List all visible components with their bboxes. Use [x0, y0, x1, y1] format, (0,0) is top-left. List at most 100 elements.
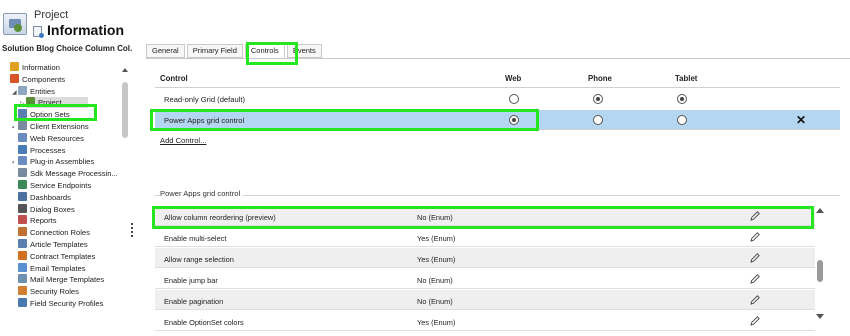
web-radio[interactable] [509, 115, 519, 125]
tab-primary-field[interactable]: Primary Field [186, 44, 243, 58]
control-row[interactable]: Read-only Grid (default) [155, 89, 840, 109]
solution-name: Solution Blog Choice Column Col... [2, 44, 132, 53]
property-name: Enable multi-select [164, 234, 227, 243]
email-templates-icon [18, 262, 27, 272]
properties-section-title: Power Apps grid control [160, 189, 244, 198]
column-header-tablet: Tablet [675, 74, 698, 83]
edit-pencil-icon[interactable] [748, 293, 762, 307]
nav-item-dashboards[interactable]: Dashboards [0, 191, 120, 204]
scroll-up-arrow-icon[interactable] [122, 68, 128, 72]
edit-pencil-icon[interactable] [748, 230, 762, 244]
nav-item-label: Components [22, 74, 66, 84]
edit-pencil-icon[interactable] [748, 251, 762, 265]
property-name: Enable jump bar [164, 276, 218, 285]
remove-control-icon[interactable]: ✕ [796, 113, 806, 127]
scroll-thumb[interactable] [122, 82, 128, 138]
nav-item-service-endpoints[interactable]: Service Endpoints [0, 179, 120, 192]
property-name: Allow range selection [164, 255, 234, 264]
property-row[interactable]: Enable OptionSet colors Yes (Enum) [155, 311, 815, 331]
scroll-thumb[interactable] [817, 260, 823, 282]
nav-item-project[interactable]: ▷ Project [0, 97, 120, 109]
nav-item-email-templates[interactable]: Email Templates [0, 262, 120, 275]
nav-item-label: Contract Templates [30, 251, 96, 261]
tab-events[interactable]: Events [286, 44, 322, 58]
property-name: Allow column reordering (preview) [164, 213, 276, 222]
property-row[interactable]: Enable jump bar No (Enum) [155, 269, 815, 289]
control-row[interactable]: Power Apps grid control ✕ [155, 110, 840, 130]
nav-item-mail-merge-templates[interactable]: Mail Merge Templates [0, 274, 120, 286]
column-header-web: Web [505, 74, 522, 83]
nav-item-security-roles[interactable]: Security Roles [0, 286, 120, 298]
nav-item-label: Information [22, 63, 60, 72]
nav-item-label: Field Security Profiles [30, 298, 104, 308]
nav-item-label: Dashboards [30, 192, 71, 202]
nav-item-label: Sdk Message Processin... [30, 169, 118, 179]
scroll-up-arrow-icon[interactable] [816, 208, 824, 213]
dialog-boxes-icon [18, 203, 27, 213]
nav-item-label: Security Roles [30, 287, 79, 297]
nav-item-article-templates[interactable]: Article Templates [0, 238, 120, 251]
nav-item-dialog-boxes[interactable]: Dialog Boxes [0, 203, 120, 216]
property-name: Enable pagination [164, 297, 224, 306]
section-divider [155, 195, 840, 196]
web-resources-icon [18, 132, 27, 142]
edit-pencil-icon[interactable] [748, 272, 762, 286]
field-security-profiles-icon [18, 297, 27, 307]
nav-item-connection-roles[interactable]: Connection Roles [0, 227, 120, 239]
nav-item-label: Client Extensions [30, 121, 89, 131]
plugin-assemblies-icon [18, 156, 27, 166]
edit-pencil-icon[interactable] [748, 209, 762, 223]
property-value: No (Enum) [417, 297, 453, 306]
nav-scrollbar[interactable] [120, 62, 129, 336]
phone-radio[interactable] [593, 115, 603, 125]
nav-item-components[interactable]: Components [0, 73, 120, 86]
property-row[interactable]: Allow range selection Yes (Enum) [155, 248, 815, 268]
add-control-link[interactable]: Add Control... [160, 136, 206, 145]
tablet-radio[interactable] [677, 115, 687, 125]
nav-item-contract-templates[interactable]: Contract Templates [0, 250, 120, 263]
nav-item-label: Service Endpoints [30, 180, 92, 190]
tab-general[interactable]: General [146, 44, 185, 58]
nav-item-sdk-message[interactable]: Sdk Message Processin... [0, 168, 120, 180]
nav-item-label: Reports [30, 216, 57, 226]
nav-item-label: Entities [30, 86, 55, 96]
nav-item-plugin-assemblies[interactable]: ▪ Plug-in Assemblies [0, 156, 120, 168]
property-value: Yes (Enum) [417, 234, 456, 243]
edit-pencil-icon[interactable] [748, 314, 762, 328]
properties-scrollbar[interactable] [815, 206, 825, 336]
nav-item-info[interactable]: Information [0, 62, 120, 74]
solution-tree: Information Components ◢ Entities ▷ Project Op… [0, 62, 120, 336]
form-header: Project Information [0, 0, 850, 42]
property-row[interactable]: Enable multi-select Yes (Enum) [155, 227, 815, 247]
nav-item-option-sets[interactable]: Option Sets [0, 109, 120, 121]
tab-controls[interactable]: Controls [244, 44, 285, 58]
components-icon [10, 73, 19, 83]
nav-item-label: Dialog Boxes [30, 204, 75, 214]
scroll-down-arrow-icon[interactable] [816, 314, 824, 319]
phone-radio[interactable] [593, 94, 603, 104]
controls-grid-header: Control Web Phone Tablet [160, 74, 840, 85]
nav-item-web-resources[interactable]: Web Resources [0, 132, 120, 145]
mail-merge-templates-icon [18, 274, 27, 284]
control-name: Read-only Grid (default) [164, 95, 246, 104]
nav-item-entities[interactable]: ◢ Entities [0, 85, 120, 98]
client-extensions-icon [18, 120, 27, 130]
nav-item-field-security-profiles[interactable]: Field Security Profiles [0, 297, 120, 310]
form-tabs: General Primary Field Controls Events [146, 44, 324, 59]
entity-label: Project [34, 9, 69, 21]
project-icon [26, 97, 35, 107]
web-radio[interactable] [509, 94, 519, 104]
pane-splitter[interactable] [131, 223, 133, 237]
property-value: Yes (Enum) [417, 255, 456, 264]
information-form-icon [33, 26, 44, 38]
nav-item-processes[interactable]: Processes [0, 144, 120, 157]
property-row[interactable]: Enable pagination No (Enum) [155, 290, 815, 310]
nav-item-reports[interactable]: Reports [0, 215, 120, 227]
security-roles-icon [18, 286, 27, 296]
property-row[interactable]: Allow column reordering (preview) No (Enu… [155, 206, 815, 226]
tablet-radio[interactable] [677, 94, 687, 104]
nav-item-client-extensions[interactable]: ▪ Client Extensions [0, 120, 120, 133]
nav-item-label: Email Templates [30, 263, 86, 273]
property-value: Yes (Enum) [417, 318, 456, 327]
grid-header-divider [155, 87, 840, 88]
